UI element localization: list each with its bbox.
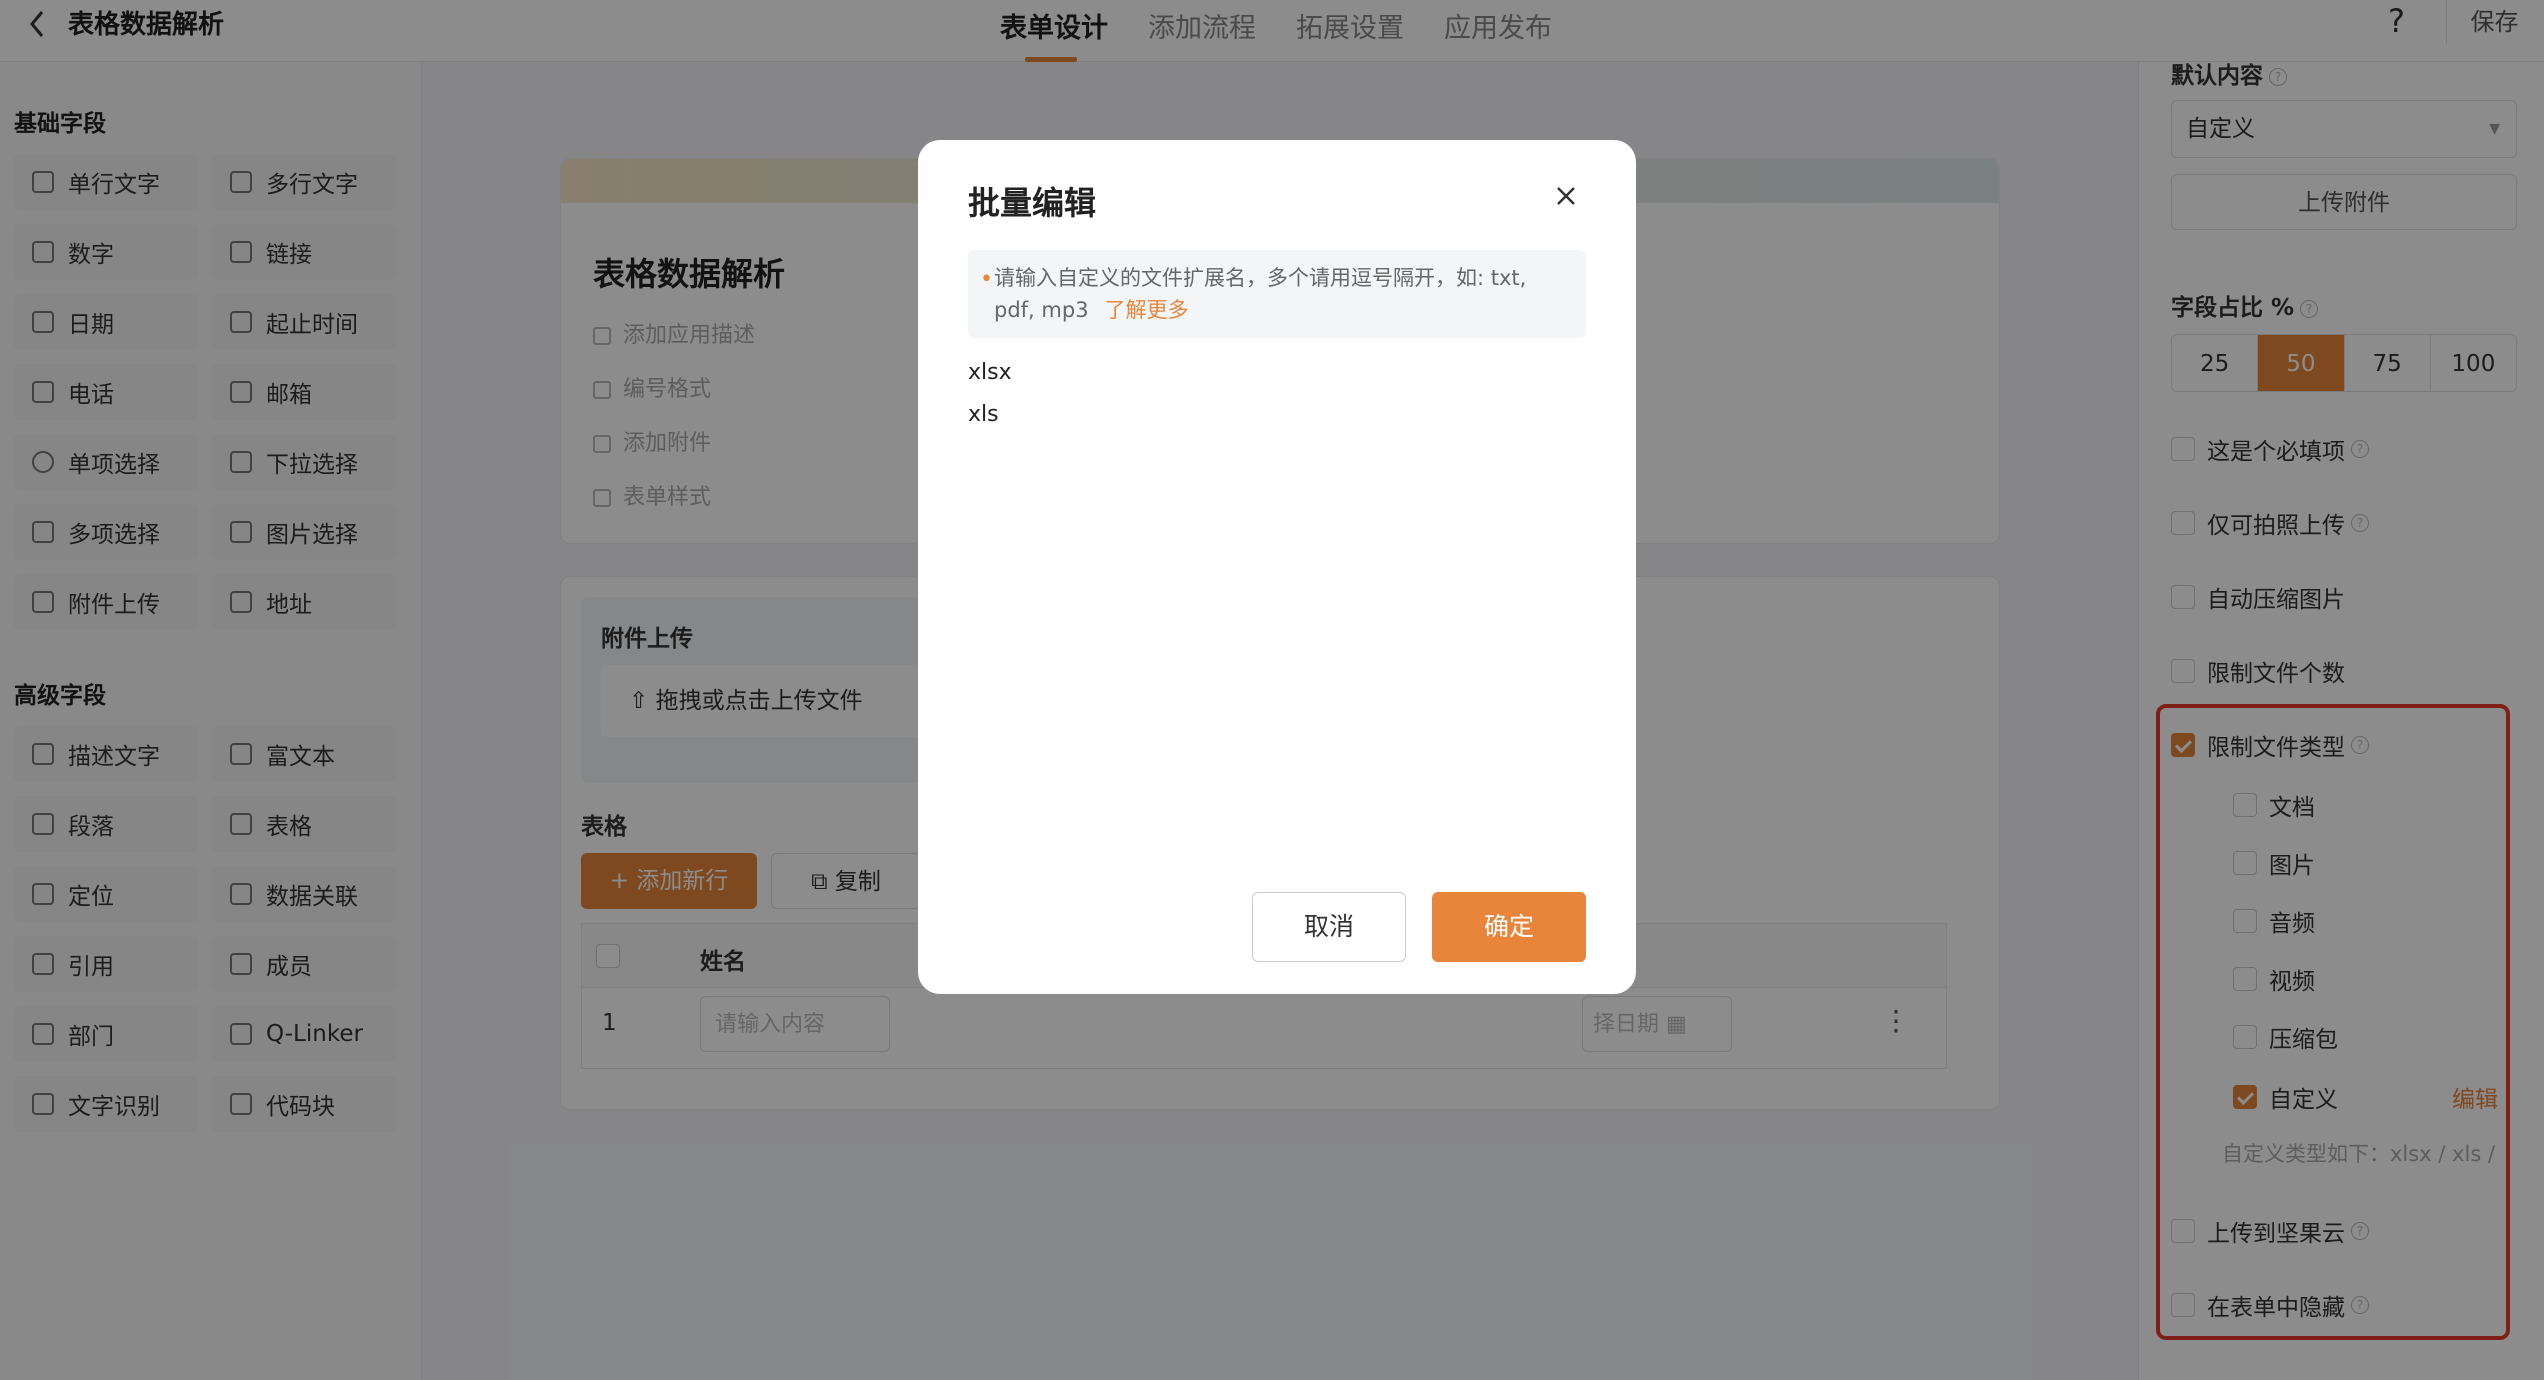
extension-line[interactable]: xlsx (968, 360, 1012, 385)
bullet-dot-icon: • (980, 267, 993, 292)
hint-box: • 请输入自定义的文件扩展名，多个请用逗号隔开，如: txt, pdf, mp3… (968, 250, 1586, 338)
hint-text: 请输入自定义的文件扩展名，多个请用逗号隔开，如: txt, pdf, mp3 (994, 266, 1527, 322)
extension-line[interactable]: xls (968, 402, 999, 427)
dialog-title: 批量编辑 (968, 184, 1097, 222)
confirm-button[interactable]: 确定 (1432, 892, 1586, 962)
batch-edit-dialog: 批量编辑 • 请输入自定义的文件扩展名，多个请用逗号隔开，如: txt, pdf… (918, 140, 1636, 994)
cancel-button[interactable]: 取消 (1252, 892, 1406, 962)
learn-more-link[interactable]: 了解更多 (1105, 298, 1189, 322)
close-icon[interactable] (1548, 178, 1584, 214)
